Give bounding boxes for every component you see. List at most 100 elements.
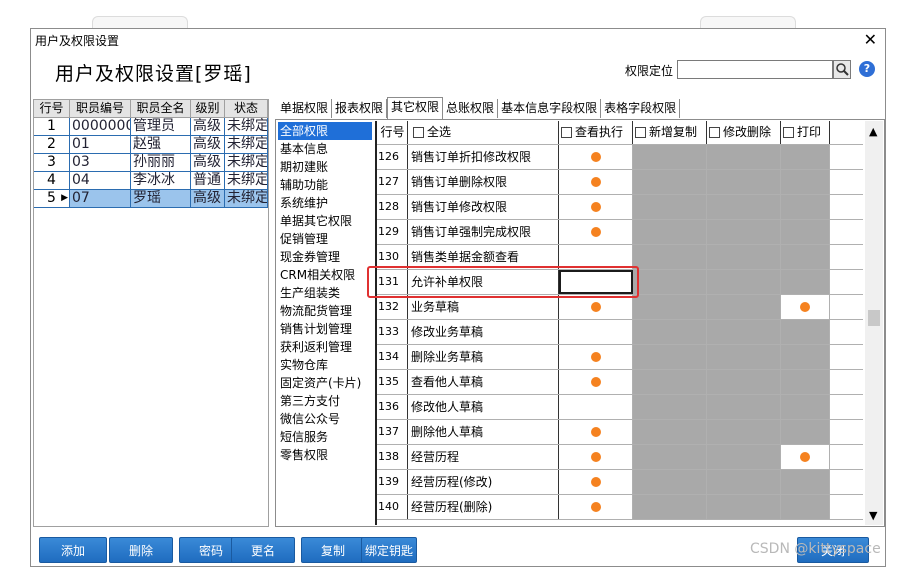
permission-row[interactable]: 131 允许补单权限: [377, 270, 863, 295]
exec-cell[interactable]: [559, 170, 633, 194]
category-item[interactable]: 获利返利管理: [278, 338, 372, 356]
category-item[interactable]: 期初建账: [278, 158, 372, 176]
vertical-scrollbar[interactable]: ▲ ▼: [865, 121, 883, 525]
employee-status: 未绑定: [225, 190, 268, 207]
permission-name: 修改他人草稿: [408, 395, 559, 419]
exec-cell[interactable]: [559, 220, 633, 244]
permission-row[interactable]: 130 销售类单据金额查看: [377, 245, 863, 270]
exec-cell[interactable]: [559, 320, 633, 344]
permission-row[interactable]: 138 经营历程: [377, 445, 863, 470]
tab-5[interactable]: 基本信息字段权限: [498, 99, 602, 118]
col-header[interactable]: 状态: [225, 100, 268, 117]
category-item[interactable]: 辅助功能: [278, 176, 372, 194]
exec-header[interactable]: 查看执行: [559, 121, 633, 144]
exec-cell[interactable]: [559, 495, 633, 519]
tab-6[interactable]: 表格字段权限: [601, 99, 681, 118]
exec-cell[interactable]: [559, 445, 633, 469]
tab-2[interactable]: 报表权限: [332, 99, 388, 118]
copy-checkbox[interactable]: [635, 127, 646, 138]
scroll-up-icon[interactable]: ▲: [869, 125, 877, 138]
print-cell[interactable]: [781, 445, 830, 469]
category-item[interactable]: 短信服务: [278, 428, 372, 446]
category-item[interactable]: CRM相关权限: [278, 266, 372, 284]
exec-cell[interactable]: [559, 245, 633, 269]
print-cell: [781, 420, 830, 444]
bind-key-button[interactable]: 绑定钥匙: [361, 537, 417, 563]
permission-row[interactable]: 126 销售订单折扣修改权限: [377, 145, 863, 170]
category-item[interactable]: 基本信息: [278, 140, 372, 158]
modify-cell: [707, 320, 781, 344]
help-icon[interactable]: ?: [859, 61, 875, 77]
col-header[interactable]: 职员编号: [70, 100, 131, 117]
employee-row[interactable]: 2 01 赵强 高级 未绑定: [34, 136, 268, 154]
col-header[interactable]: 行号: [34, 100, 70, 117]
category-item[interactable]: 生产组装类: [278, 284, 372, 302]
exec-cell[interactable]: [559, 270, 633, 294]
category-item[interactable]: 固定资产(卡片): [278, 374, 372, 392]
modify-checkbox[interactable]: [709, 127, 720, 138]
permission-row[interactable]: 127 销售订单删除权限: [377, 170, 863, 195]
window-title: 用户及权限设置: [35, 34, 120, 48]
category-item[interactable]: 物流配货管理: [278, 302, 372, 320]
copy-header[interactable]: 新增复制: [633, 121, 707, 144]
permission-row[interactable]: 133 修改业务草稿: [377, 320, 863, 345]
modify-header[interactable]: 修改删除: [707, 121, 781, 144]
add-button[interactable]: 添加: [39, 537, 107, 563]
permission-row[interactable]: 128 销售订单修改权限: [377, 195, 863, 220]
permission-row[interactable]: 134 删除业务草稿: [377, 345, 863, 370]
permission-row-number: 130: [377, 245, 408, 269]
tab-3[interactable]: 其它权限: [387, 97, 444, 119]
category-item[interactable]: 全部权限: [278, 122, 372, 140]
tab-4[interactable]: 总账权限: [443, 99, 499, 118]
permission-row-number: 140: [377, 495, 408, 519]
employee-row[interactable]: 3 03 孙丽丽 高级 未绑定: [34, 154, 268, 172]
employee-row[interactable]: 100000000管理员高级未绑定: [34, 118, 268, 136]
exec-cell[interactable]: [559, 470, 633, 494]
employee-row[interactable]: 5 ▶ 07 罗瑶 高级 未绑定: [34, 190, 268, 208]
locate-input[interactable]: [677, 60, 833, 79]
category-item[interactable]: 单据其它权限: [278, 212, 372, 230]
category-item[interactable]: 微信公众号: [278, 410, 372, 428]
print-cell[interactable]: [781, 295, 830, 319]
copy-cell: [633, 345, 707, 369]
print-header[interactable]: 打印: [781, 121, 830, 144]
category-item[interactable]: 销售计划管理: [278, 320, 372, 338]
permission-row[interactable]: 139 经营历程(修改): [377, 470, 863, 495]
close-icon[interactable]: ✕: [864, 30, 877, 49]
exec-cell[interactable]: [559, 345, 633, 369]
locate-search-button[interactable]: [833, 60, 851, 79]
employee-code: 01: [70, 136, 131, 153]
tab-1[interactable]: 单据权限: [277, 99, 333, 118]
category-item[interactable]: 现金券管理: [278, 248, 372, 266]
category-item[interactable]: 促销管理: [278, 230, 372, 248]
exec-cell[interactable]: [559, 145, 633, 169]
select-all-header[interactable]: 全选: [408, 121, 559, 144]
category-item[interactable]: 实物仓库: [278, 356, 372, 374]
print-checkbox[interactable]: [783, 127, 794, 138]
exec-cell[interactable]: [559, 420, 633, 444]
col-header[interactable]: 级别: [191, 100, 225, 117]
permission-row[interactable]: 137 删除他人草稿: [377, 420, 863, 445]
exec-cell[interactable]: [559, 195, 633, 219]
permission-row[interactable]: 132 业务草稿: [377, 295, 863, 320]
exec-cell[interactable]: [559, 295, 633, 319]
employee-row[interactable]: 4 04 李冰冰 普通 未绑定: [34, 172, 268, 190]
category-item[interactable]: 第三方支付: [278, 392, 372, 410]
scroll-down-icon[interactable]: ▼: [869, 509, 877, 522]
checked-dot-icon: [590, 452, 601, 462]
permission-row[interactable]: 140 经营历程(删除): [377, 495, 863, 520]
copy-button[interactable]: 复制: [301, 537, 365, 563]
rename-button[interactable]: 更名: [231, 537, 295, 563]
exec-cell[interactable]: [559, 370, 633, 394]
scroll-thumb[interactable]: [868, 310, 880, 326]
col-header[interactable]: 职员全名: [131, 100, 191, 117]
exec-checkbox[interactable]: [561, 127, 572, 138]
exec-cell[interactable]: [559, 395, 633, 419]
permission-row[interactable]: 129 销售订单强制完成权限: [377, 220, 863, 245]
permission-row[interactable]: 136 修改他人草稿: [377, 395, 863, 420]
category-item[interactable]: 系统维护: [278, 194, 372, 212]
select-all-checkbox[interactable]: [413, 127, 424, 138]
delete-button[interactable]: 删除: [109, 537, 173, 563]
permission-row[interactable]: 135 查看他人草稿: [377, 370, 863, 395]
category-item[interactable]: 零售权限: [278, 446, 372, 464]
